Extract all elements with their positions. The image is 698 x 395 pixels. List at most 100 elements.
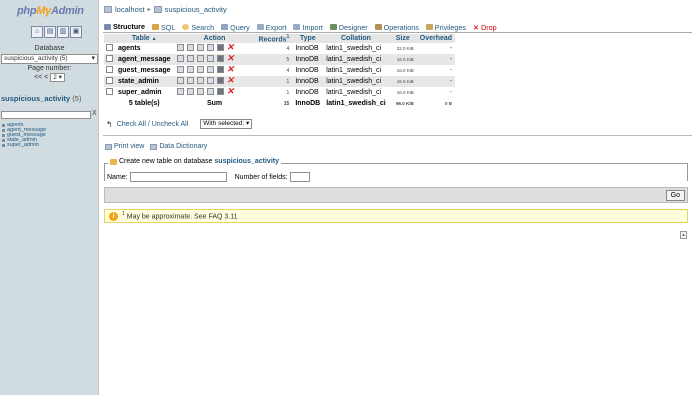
- insert-icon[interactable]: [206, 44, 214, 52]
- table-filter-input[interactable]: [1, 111, 91, 119]
- structure-icon[interactable]: [186, 77, 194, 85]
- logo-my: My: [36, 5, 51, 17]
- print-links: Print view Data Dictionary: [105, 143, 207, 150]
- database-select[interactable]: suspicious_activity (5) ▾: [1, 54, 98, 64]
- browse-icon[interactable]: [176, 55, 184, 63]
- row-actions: ✕: [173, 76, 256, 88]
- print-view-link[interactable]: Print view: [105, 143, 144, 150]
- browse-icon[interactable]: [176, 88, 184, 96]
- structure-icon[interactable]: [186, 66, 194, 74]
- with-selected-select[interactable]: With selected: ▾: [200, 119, 253, 129]
- settings-icon[interactable]: ▣: [70, 26, 82, 38]
- row-collation: latin1_swedish_ci: [323, 65, 389, 77]
- table-name[interactable]: guest_message: [115, 65, 174, 77]
- home-icon[interactable]: ⌂: [31, 26, 43, 38]
- fields-label: Number of fields:: [234, 173, 288, 181]
- row-size[interactable]: 16.0 KiB: [388, 87, 417, 99]
- drop-icon[interactable]: ✕: [227, 87, 235, 96]
- table-name[interactable]: state_admin: [115, 76, 174, 88]
- summary-type: InnoDB: [292, 98, 324, 110]
- breadcrumb-database[interactable]: suspicious_activity: [165, 5, 227, 14]
- phpmyadmin-logo[interactable]: phpMyAdmin: [17, 5, 84, 17]
- current-database-link[interactable]: suspicious_activity (5): [1, 94, 81, 103]
- data-dictionary-link[interactable]: Data Dictionary: [150, 143, 207, 150]
- structure-icon: [104, 23, 111, 30]
- empty-icon[interactable]: [216, 88, 224, 96]
- table-name[interactable]: agent_message: [115, 54, 174, 66]
- database-label: Database: [34, 45, 65, 52]
- empty-icon[interactable]: [216, 66, 224, 74]
- structure-icon[interactable]: [186, 88, 194, 96]
- search-icon[interactable]: [196, 44, 204, 52]
- empty-icon[interactable]: [216, 55, 224, 63]
- go-button[interactable]: Go: [665, 190, 685, 201]
- empty-icon[interactable]: [216, 44, 224, 52]
- breadcrumb-server[interactable]: localhost: [115, 5, 145, 14]
- insert-icon[interactable]: [206, 66, 214, 74]
- row-size[interactable]: 16.0 KiB: [388, 76, 417, 88]
- page-select-value: 2: [53, 74, 57, 81]
- sql-query-icon[interactable]: ▤: [44, 26, 56, 38]
- drop-icon[interactable]: ✕: [227, 43, 235, 52]
- structure-icon[interactable]: [186, 44, 194, 52]
- drop-icon[interactable]: ✕: [227, 65, 235, 74]
- page-number-row: << < 2 ▾: [0, 73, 99, 82]
- row-checkbox[interactable]: [106, 77, 113, 85]
- table-row: agents ✕ 4 InnoDB latin1_swedish_ci 32.0…: [104, 43, 456, 55]
- table-name[interactable]: super_admin: [115, 87, 174, 99]
- browse-icon[interactable]: [176, 66, 184, 74]
- page-number-select[interactable]: 2 ▾: [50, 73, 65, 82]
- search-icon[interactable]: [196, 55, 204, 63]
- check-all-link[interactable]: Check All / Uncheck All: [117, 121, 189, 128]
- database-select-value: suspicious_activity (5): [4, 55, 68, 62]
- row-size[interactable]: 32.0 KiB: [388, 43, 417, 55]
- row-checkbox[interactable]: [106, 55, 113, 63]
- row-checkbox[interactable]: [106, 88, 113, 96]
- header-collation[interactable]: Collation: [323, 34, 389, 44]
- header-type[interactable]: Type: [292, 34, 324, 44]
- search-icon[interactable]: [196, 88, 204, 96]
- drop-icon[interactable]: ✕: [227, 76, 235, 85]
- table-name-input[interactable]: [129, 172, 227, 182]
- summary-size: 96.0 KiB: [388, 98, 417, 110]
- with-selected-label: With selected:: [203, 120, 245, 127]
- header-action: Action: [173, 34, 256, 44]
- header-records[interactable]: Records1: [255, 34, 293, 44]
- notice-box: i 1 May be approximate. See FAQ 3.11: [104, 209, 688, 223]
- nav-table-item[interactable]: super_admin: [2, 142, 46, 148]
- scroll-to-top-button[interactable]: ▴: [680, 231, 687, 239]
- tab-label: Query: [230, 22, 250, 32]
- structure-icon[interactable]: [186, 55, 194, 63]
- docs-icon[interactable]: ▥: [57, 26, 69, 38]
- browse-icon[interactable]: [176, 77, 184, 85]
- row-size[interactable]: 16.0 KiB: [388, 65, 417, 77]
- page-number-label: Page number:: [27, 65, 72, 72]
- insert-icon[interactable]: [206, 55, 214, 63]
- bulk-action-row: ↰ Check All / Uncheck All With selected:…: [106, 119, 253, 129]
- search-icon[interactable]: [196, 77, 204, 85]
- number-of-fields-input[interactable]: [289, 172, 310, 182]
- page-prev-link[interactable]: << <: [34, 74, 48, 81]
- header-size[interactable]: Size: [388, 34, 417, 44]
- tab-label: Privileges: [434, 22, 466, 32]
- header-table-label: Table: [131, 35, 150, 43]
- header-table[interactable]: Table ▲: [115, 34, 174, 44]
- insert-icon[interactable]: [206, 88, 214, 96]
- empty-icon[interactable]: [216, 77, 224, 85]
- table-row: guest_message ✕ 4 InnoDB latin1_swedish_…: [104, 65, 456, 77]
- search-icon[interactable]: [196, 66, 204, 74]
- summary-row: 5 table(s) Sum 15 InnoDB latin1_swedish_…: [104, 98, 456, 110]
- header-overhead[interactable]: Overhead: [416, 34, 456, 44]
- row-checkbox[interactable]: [106, 66, 113, 74]
- tab-label: Import: [302, 22, 323, 32]
- row-size[interactable]: 16.0 KiB: [388, 54, 417, 66]
- insert-icon[interactable]: [206, 77, 214, 85]
- current-database-count: (5): [72, 94, 82, 103]
- summary-overhead: 0 B: [416, 98, 456, 110]
- filter-clear-icon[interactable]: X: [92, 110, 97, 117]
- browse-icon[interactable]: [176, 44, 184, 52]
- row-checkbox[interactable]: [106, 44, 113, 52]
- drop-icon[interactable]: ✕: [227, 54, 235, 63]
- table-name[interactable]: agents: [115, 43, 174, 55]
- notice-message[interactable]: May be approximate. See FAQ 3.11: [127, 214, 238, 221]
